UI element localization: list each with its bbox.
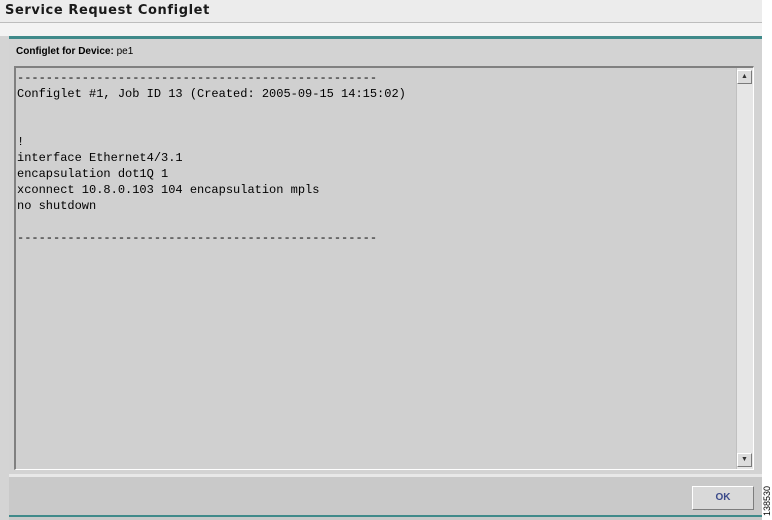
device-label-prefix: Configlet for Device: (16, 46, 114, 57)
ok-button[interactable]: OK (692, 486, 754, 510)
window-title: Service Request Configlet (5, 3, 210, 18)
configlet-window: Service Request Configlet Configlet for … (0, 0, 762, 520)
configlet-text-area[interactable]: ----------------------------------------… (14, 66, 754, 470)
configlet-panel: Configlet for Device: pe1 --------------… (9, 36, 762, 474)
title-separator (0, 23, 762, 36)
scroll-up-arrow-icon: ▲ (741, 73, 748, 80)
figure-number-text: 138530 (761, 485, 772, 517)
scroll-up-button[interactable]: ▲ (737, 70, 752, 84)
scroll-down-button[interactable]: ▼ (737, 453, 752, 467)
scroll-down-arrow-icon: ▼ (741, 456, 748, 463)
device-name: pe1 (116, 46, 134, 57)
configlet-text: ----------------------------------------… (17, 71, 406, 245)
figure-number: 138530 (761, 484, 772, 518)
device-label: Configlet for Device: pe1 (16, 46, 133, 57)
button-bar: OK (9, 474, 762, 520)
vertical-scrollbar[interactable]: ▲ ▼ (736, 68, 753, 469)
footer-divider (9, 515, 762, 517)
title-bar: Service Request Configlet (0, 0, 762, 23)
